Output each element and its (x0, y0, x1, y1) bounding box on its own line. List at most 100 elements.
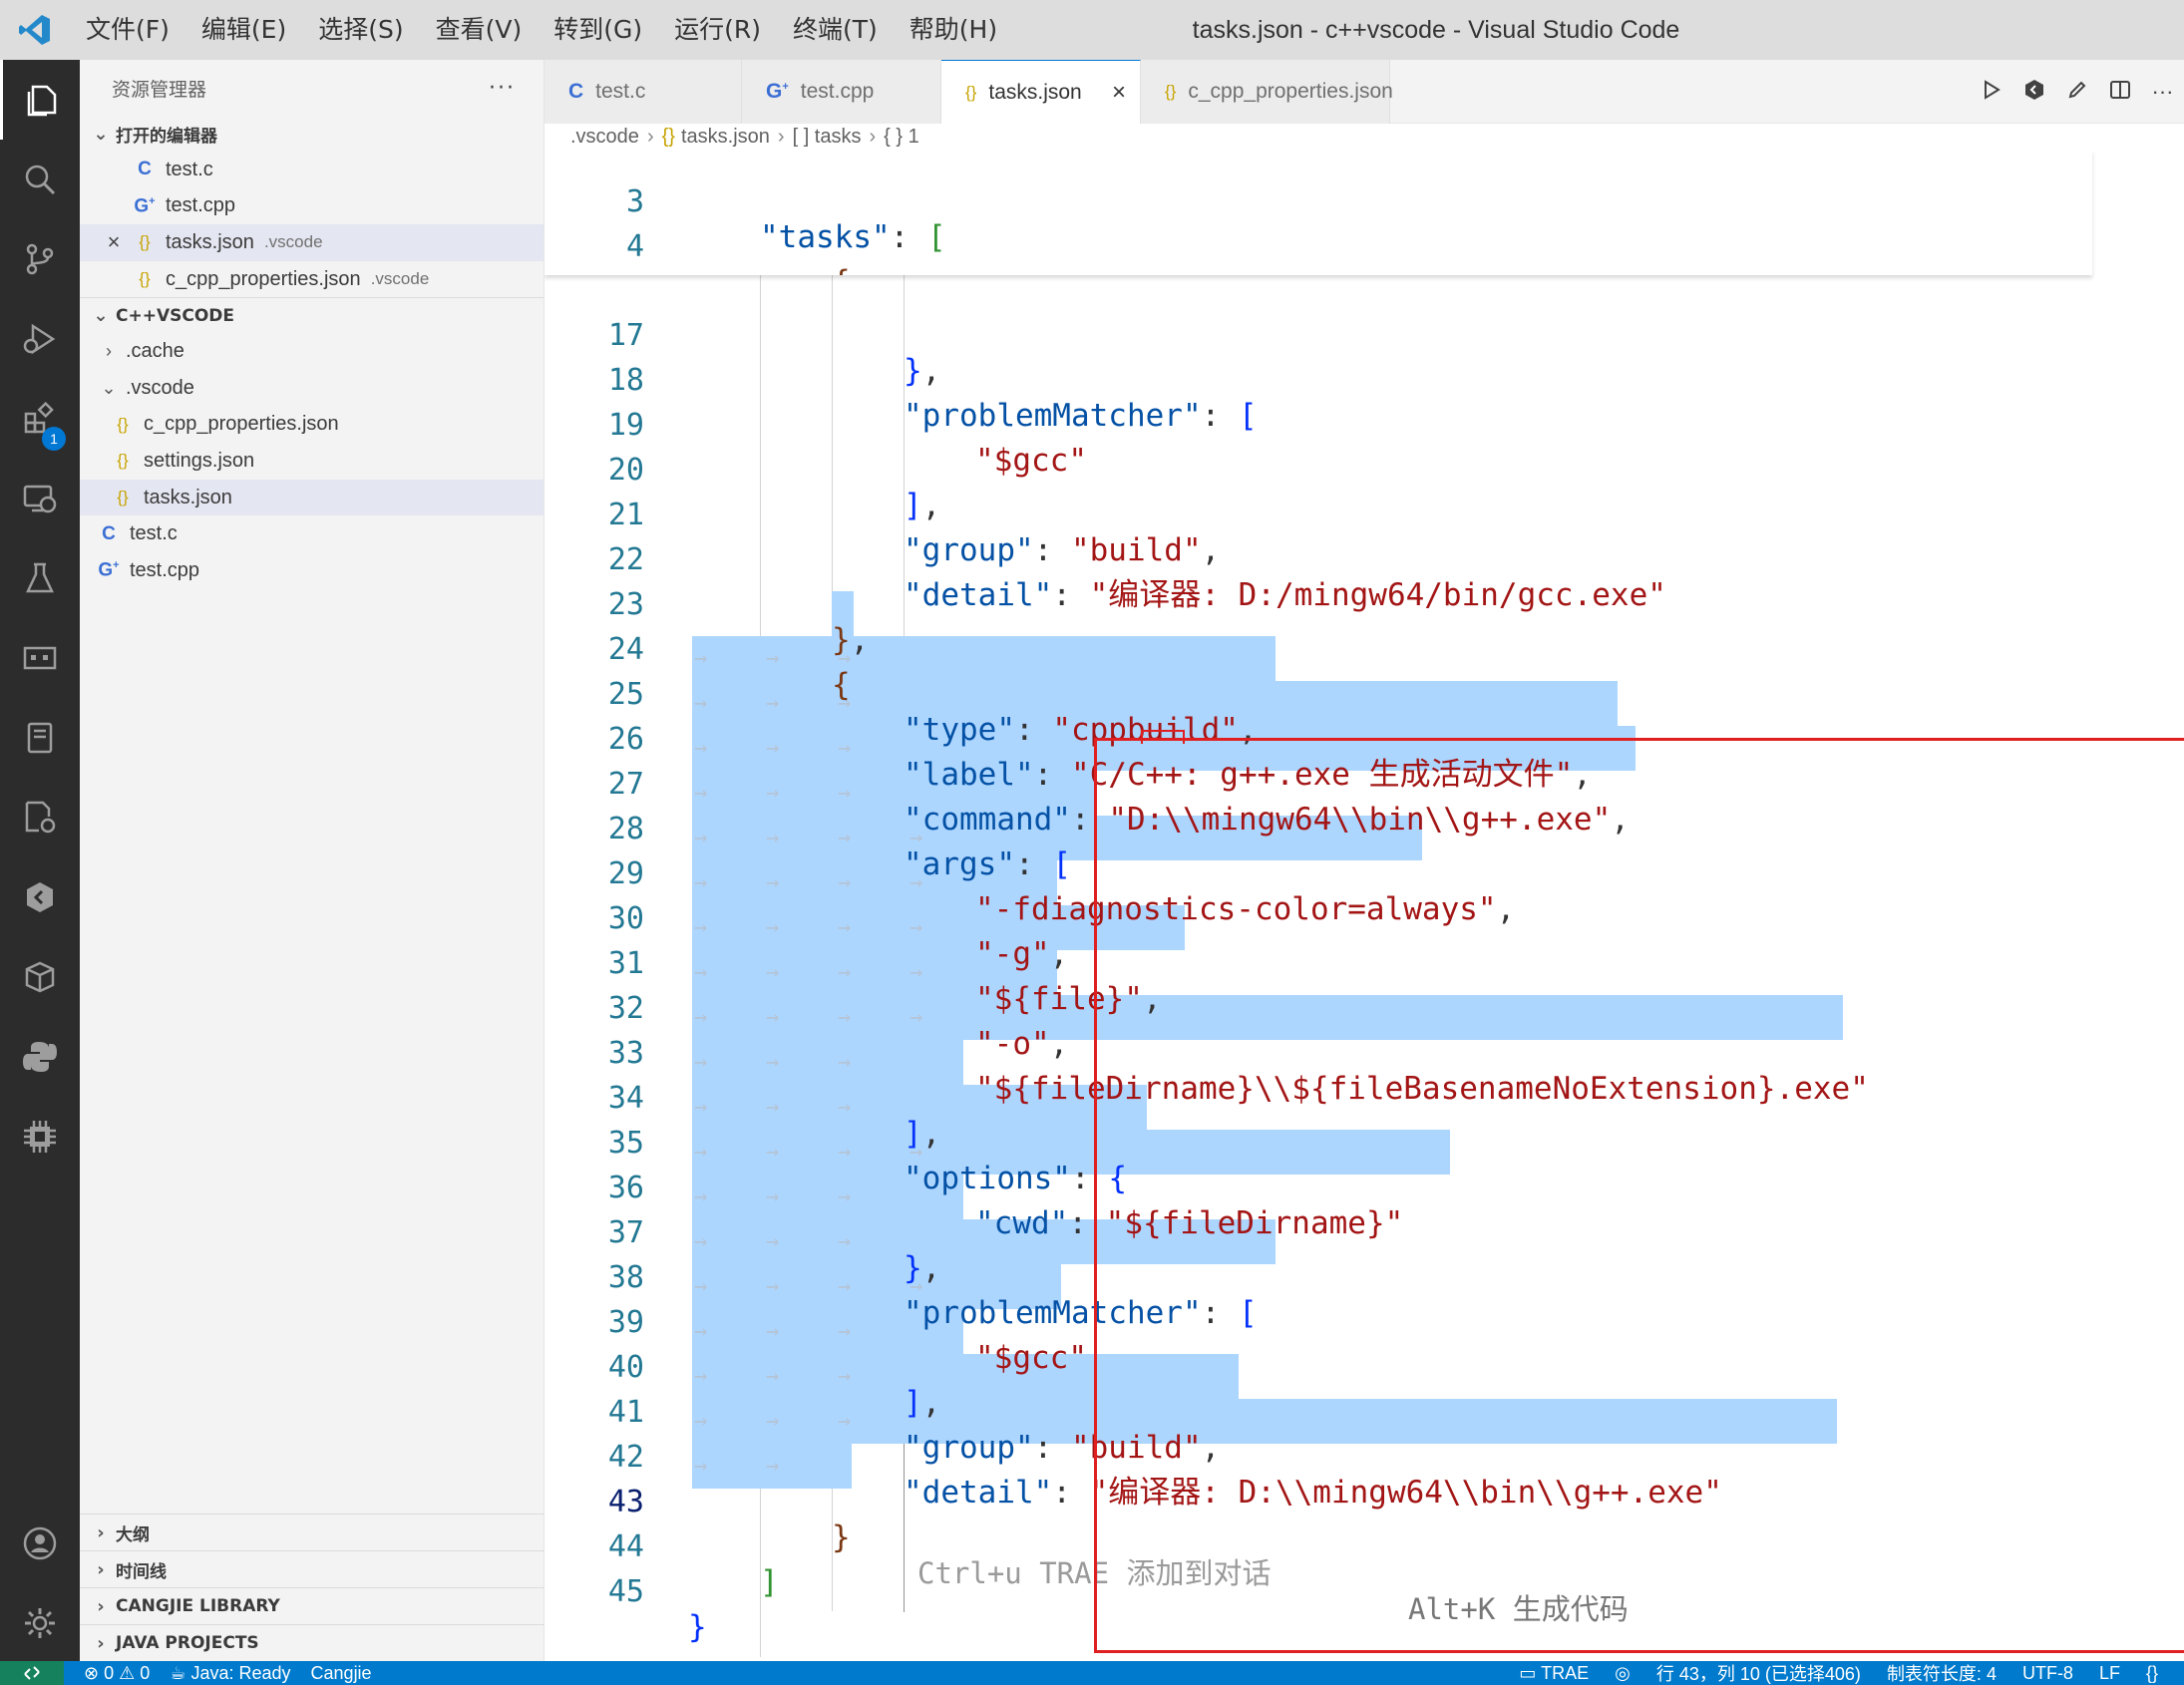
copilot-icon[interactable]: ◎ (1615, 1663, 1631, 1684)
breadcrumb-separator-icon: › (869, 125, 877, 148)
tab-test-cpp[interactable]: G+ test.cpp (742, 60, 941, 124)
tree-folder-cache[interactable]: › .cache (80, 333, 544, 370)
cursor-position[interactable]: 行 43，列 10 (已选择406) (1656, 1660, 1861, 1685)
menu-help[interactable]: 帮助(H) (894, 0, 1013, 60)
status-bar-right: ▭ TRAE ◎ 行 43，列 10 (已选择406) 制表符长度: 4 UTF… (1519, 1661, 2184, 1685)
json-file-icon: {} (117, 414, 129, 434)
java-projects-section[interactable]: › JAVA PROJECTS (80, 1624, 545, 1661)
trae-label: TRAE (1541, 1662, 1590, 1683)
cangjie-status[interactable]: Cangjie (311, 1663, 372, 1684)
code-line: 24 { (545, 591, 2100, 703)
open-editors-section[interactable]: ⌄ 打开的编辑器 (80, 116, 544, 152)
code-line: 18 "problemMatcher": [ (545, 322, 2100, 434)
sticky-scroll-header[interactable]: 3 "tasks": [ 4 { 15 "options": { (545, 150, 2092, 275)
ports-icon[interactable] (0, 618, 80, 698)
extensions-icon[interactable]: 1 (0, 379, 80, 459)
more-actions-icon[interactable]: ··· (489, 76, 516, 101)
json-file-icon: {} (139, 269, 151, 289)
encoding[interactable]: UTF-8 (2022, 1663, 2073, 1684)
language-mode[interactable]: {} (2146, 1663, 2158, 1684)
breadcrumb-item[interactable]: { } 1 (884, 126, 919, 149)
cangjie-library-section[interactable]: › CANGJIE LIBRARY (80, 1587, 545, 1624)
chevron-right-icon: › (97, 1632, 105, 1654)
explorer-icon[interactable] (0, 60, 80, 140)
remote-explorer-icon[interactable] (0, 459, 80, 538)
split-editor-icon[interactable] (2098, 79, 2141, 106)
code-line: 38 "problemMatcher": [ (545, 1219, 2100, 1331)
code-line: 42 "detail": "编译器: D:\\mingw64\\bin\\g++… (545, 1399, 2100, 1511)
breadcrumb-folder[interactable]: .vscode (570, 126, 639, 149)
menu-go[interactable]: 转到(G) (538, 0, 658, 60)
notebook-icon[interactable] (0, 698, 80, 778)
open-editor-item[interactable]: G+ test.cpp (80, 188, 544, 225)
tab-label: test.cpp (800, 80, 875, 103)
tree-file[interactable]: G+ test.cpp (80, 552, 544, 589)
manage-gear-icon[interactable] (0, 1583, 80, 1663)
timeline-section[interactable]: › 时间线 (80, 1550, 545, 1587)
menu-file[interactable]: 文件(F) (70, 0, 185, 60)
chip-icon[interactable] (0, 1097, 80, 1177)
cangjie-icon[interactable] (0, 857, 80, 937)
edit-pencil-icon[interactable] (2055, 79, 2098, 106)
tab-tasks-json[interactable]: {} tasks.json × (941, 60, 1141, 124)
inline-generate-hint[interactable]: Alt+K 生成代码 (1408, 1587, 1629, 1632)
sticky-line: 4 { (545, 188, 2092, 275)
python-icon[interactable] (0, 1017, 80, 1097)
code-area[interactable]: 3 "tasks": [ 4 { 15 "options": { (545, 150, 2184, 1661)
open-editor-item[interactable]: C test.c (80, 152, 544, 188)
explorer-sidebar: 资源管理器 ··· ⌄ 打开的编辑器 C test.c G+ test.cpp … (80, 60, 545, 1661)
problems-indicator[interactable]: ⊗ 0 ⚠ 0 (84, 1663, 150, 1684)
run-debug-icon[interactable] (0, 299, 80, 379)
package-icon[interactable] (0, 937, 80, 1017)
tree-file[interactable]: {} settings.json (80, 443, 544, 480)
json-file-icon: {} (139, 232, 151, 252)
account-icon[interactable] (0, 1504, 80, 1583)
trae-icon: ▭ (1519, 1662, 1537, 1683)
c-file-icon: C (568, 80, 584, 103)
menu-run[interactable]: 运行(R) (658, 0, 777, 60)
tree-file[interactable]: C test.c (80, 515, 544, 552)
code-line: 22 "detail": "编译器: D:/mingw64/bin/gcc.ex… (545, 502, 2100, 613)
run-icon[interactable] (1970, 79, 2012, 106)
breadcrumb-key[interactable]: [ ] tasks (793, 126, 862, 149)
open-editor-item-active[interactable]: × {} tasks.json .vscode (80, 224, 544, 261)
code-line: 21 "group": "build", (545, 457, 2100, 568)
search-icon[interactable] (0, 140, 80, 219)
menu-terminal[interactable]: 终端(T) (777, 0, 894, 60)
minimap[interactable] (2102, 150, 2182, 1661)
testing-icon[interactable] (0, 538, 80, 618)
close-icon[interactable]: × (96, 229, 132, 255)
code-line: 29 "-fdiagnostics-color=always", (545, 816, 2100, 927)
breadcrumb: .vscode › {} tasks.json › [ ] tasks › { … (545, 124, 2184, 150)
tree-folder-vscode[interactable]: ⌄ .vscode (80, 370, 544, 407)
workspace-section[interactable]: ⌄ C++VSCODE (80, 297, 544, 333)
outline-section[interactable]: › 大纲 (80, 1514, 545, 1550)
trae-status[interactable]: ▭ TRAE (1519, 1663, 1589, 1684)
end-of-line[interactable]: LF (2099, 1663, 2120, 1684)
cangjie-action-icon[interactable] (2012, 78, 2055, 107)
menu-edit[interactable]: 编辑(E) (185, 0, 302, 60)
menu-selection[interactable]: 选择(S) (302, 0, 419, 60)
tree-item-label: c_cpp_properties.json (144, 413, 339, 436)
open-editor-item[interactable]: {} c_cpp_properties.json .vscode (80, 261, 544, 298)
java-status[interactable]: ☕ Java: Ready (170, 1663, 290, 1684)
settings-sync-icon[interactable] (0, 778, 80, 857)
tab-size[interactable]: 制表符长度: 4 (1887, 1660, 1997, 1685)
tree-file-selected[interactable]: {} tasks.json (80, 479, 544, 516)
warning-count: 0 (140, 1662, 151, 1683)
close-tab-icon[interactable]: × (1112, 79, 1126, 107)
code-line: 37 }, (545, 1175, 2100, 1286)
breadcrumb-file[interactable]: tasks.json (681, 126, 770, 149)
code-editor[interactable]: 3 "tasks": [ 4 { 15 "options": { (545, 150, 2184, 1661)
more-actions-icon[interactable]: ··· (2141, 79, 2184, 105)
tab-c-cpp-properties[interactable]: {} c_cpp_properties.json (1141, 60, 1393, 124)
cpp-file-icon: G+ (134, 194, 156, 217)
tab-test-c[interactable]: C test.c (545, 60, 742, 124)
tree-item-label: .cache (126, 340, 184, 363)
code-line: 39 "$gcc" (545, 1264, 2100, 1376)
menu-view[interactable]: 查看(V) (420, 0, 539, 60)
remote-indicator-icon[interactable] (0, 1661, 64, 1685)
source-control-icon[interactable] (0, 219, 80, 299)
tree-file[interactable]: {} c_cpp_properties.json (80, 407, 544, 444)
workspace-title: C++VSCODE (116, 305, 235, 326)
